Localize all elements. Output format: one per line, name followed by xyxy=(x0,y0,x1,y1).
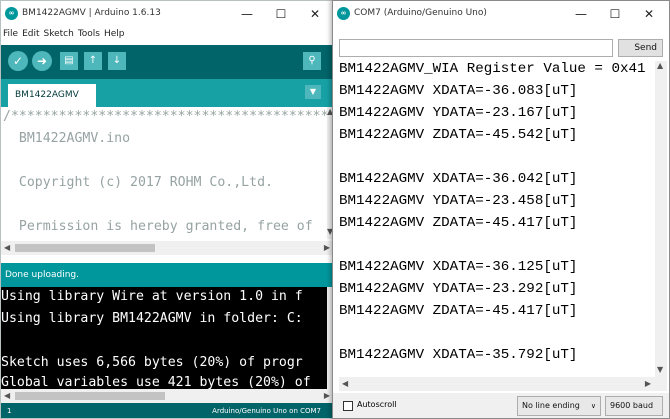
code-editor[interactable]: /***************************************… xyxy=(1,107,327,239)
serial-line: BM1422AGMV YDATA=-23.167[uT] xyxy=(339,105,578,121)
serial-line: BM1422AGMV XDATA=-35.792[uT] xyxy=(339,347,578,363)
ide-title-bar: ∞ BM1422AGMV | Arduino 1.6.13 — ☐ ✕ xyxy=(1,1,333,27)
scroll-right-arrow-icon[interactable]: ▶ xyxy=(324,391,330,400)
serial-line: BM1422AGMV XDATA=-36.125[uT] xyxy=(339,259,578,275)
serial-line: BM1422AGMV_WIA Register Value = 0x41 xyxy=(339,61,646,77)
serial-line: BM1422AGMV YDATA=-23.458[uT] xyxy=(339,193,578,209)
scroll-left-arrow-icon[interactable]: ◀ xyxy=(342,379,348,388)
serial-horizontal-scrollbar[interactable]: ◀ ▶ xyxy=(339,377,667,391)
serial-line: BM1422AGMV ZDATA=-45.542[uT] xyxy=(339,127,578,143)
close-button[interactable]: ✕ xyxy=(297,4,333,24)
ide-tab-bar: BM1422AGMV ▼ xyxy=(1,79,333,107)
console-horizontal-scrollbar[interactable]: ◀ ▶ xyxy=(1,389,333,403)
console-line: Sketch uses 6,566 bytes (20%) of progr xyxy=(1,355,303,370)
ide-toolbar: ✓ ➜ ▤ ↑ ↓ ⚲ xyxy=(1,45,333,79)
close-button[interactable]: ✕ xyxy=(631,4,667,24)
ide-menu-bar: File Edit Sketch Tools Help xyxy=(1,27,333,43)
open-icon[interactable]: ↑ xyxy=(84,52,102,70)
arduino-logo-icon: ∞ xyxy=(337,7,350,20)
scroll-right-arrow-icon[interactable]: ▶ xyxy=(645,379,651,388)
ide-window-title: BM1422AGMV | Arduino 1.6.13 xyxy=(22,8,161,18)
upload-icon[interactable]: ➜ xyxy=(32,51,52,71)
maximize-button[interactable]: ☐ xyxy=(597,4,633,24)
ide-footer: 1 Arduino/Genuino Uno on COM7 xyxy=(1,403,333,418)
output-console: Using library Wire at version 1.0 in f U… xyxy=(1,287,327,391)
minimize-button[interactable]: — xyxy=(229,4,265,24)
send-button[interactable]: Send xyxy=(618,39,663,57)
status-bar: Done uploading. xyxy=(1,263,333,287)
arduino-ide-window: ∞ BM1422AGMV | Arduino 1.6.13 — ☐ ✕ File… xyxy=(0,0,334,419)
scroll-left-arrow-icon[interactable]: ◀ xyxy=(4,243,10,252)
serial-line: BM1422AGMV XDATA=-36.042[uT] xyxy=(339,171,578,187)
scroll-down-arrow-icon[interactable]: ▼ xyxy=(657,365,663,374)
serial-monitor-window: ∞ COM7 (Arduino/Genuino Uno) — ☐ ✕ Send … xyxy=(332,0,670,419)
minimize-button[interactable]: — xyxy=(563,4,599,24)
line-number: 1 xyxy=(7,407,12,415)
serial-title-bar: ∞ COM7 (Arduino/Genuino Uno) — ☐ ✕ xyxy=(333,1,669,27)
maximize-button[interactable]: ☐ xyxy=(263,4,299,24)
editor-horizontal-scrollbar[interactable]: ◀ ▶ xyxy=(1,241,333,255)
autoscroll-checkbox[interactable] xyxy=(343,401,353,411)
chevron-down-icon: ∨ xyxy=(590,402,596,410)
new-icon[interactable]: ▤ xyxy=(60,52,78,70)
scroll-up-arrow-icon[interactable]: ▲ xyxy=(657,61,663,70)
serial-monitor-icon[interactable]: ⚲ xyxy=(303,52,321,70)
serial-vertical-scrollbar[interactable]: ▲ ▼ xyxy=(655,61,667,379)
serial-line: BM1422AGMV ZDATA=-45.417[uT] xyxy=(339,215,578,231)
console-line: Using library BM1422AGMV in folder: C: xyxy=(1,311,303,326)
arduino-logo-icon: ∞ xyxy=(5,7,18,20)
serial-output: BM1422AGMV_WIA Register Value = 0x41 BM1… xyxy=(339,61,655,375)
menu-sketch[interactable]: Sketch xyxy=(42,27,76,39)
menu-file[interactable]: File xyxy=(1,27,20,39)
serial-send-input[interactable] xyxy=(339,39,613,57)
autoscroll-label: Autoscroll xyxy=(357,400,397,409)
code-line: BM1422AGMV.ino xyxy=(3,131,131,146)
baud-rate-select[interactable]: 9600 baud xyxy=(605,396,663,416)
serial-bottom-bar: Autoscroll No line ending ∨ 9600 baud xyxy=(333,393,669,418)
scroll-left-arrow-icon[interactable]: ◀ xyxy=(4,391,10,400)
baud-rate-value: 9600 baud xyxy=(610,401,654,410)
menu-edit[interactable]: Edit xyxy=(20,27,41,39)
scroll-right-arrow-icon[interactable]: ▶ xyxy=(324,243,330,252)
code-line: Permission is hereby granted, free of xyxy=(3,219,313,234)
tab-menu-icon[interactable]: ▼ xyxy=(305,85,321,99)
serial-line: BM1422AGMV XDATA=-36.083[uT] xyxy=(339,83,578,99)
tab-bm1422agmv[interactable]: BM1422AGMV xyxy=(8,84,96,107)
console-scroll-thumb[interactable] xyxy=(15,392,165,400)
console-line: Global variables use 421 bytes (20%) of xyxy=(1,375,311,390)
line-ending-value: No line ending xyxy=(522,401,580,410)
editor-scroll-thumb[interactable] xyxy=(15,244,155,252)
serial-line: BM1422AGMV YDATA=-23.292[uT] xyxy=(339,281,578,297)
line-ending-select[interactable]: No line ending ∨ xyxy=(517,396,601,416)
verify-icon[interactable]: ✓ xyxy=(8,51,28,71)
code-line: Copyright (c) 2017 ROHM Co.,Ltd. xyxy=(3,175,273,190)
console-line: Using library Wire at version 1.0 in f xyxy=(1,289,303,304)
menu-tools[interactable]: Tools xyxy=(76,27,102,39)
serial-line: BM1422AGMV ZDATA=-45.417[uT] xyxy=(339,303,578,319)
serial-window-title: COM7 (Arduino/Genuino Uno) xyxy=(354,8,487,18)
code-line: /***************************************… xyxy=(3,109,327,124)
save-icon[interactable]: ↓ xyxy=(108,52,126,70)
menu-help[interactable]: Help xyxy=(102,27,127,39)
board-port-info: Arduino/Genuino Uno on COM7 xyxy=(212,407,321,415)
